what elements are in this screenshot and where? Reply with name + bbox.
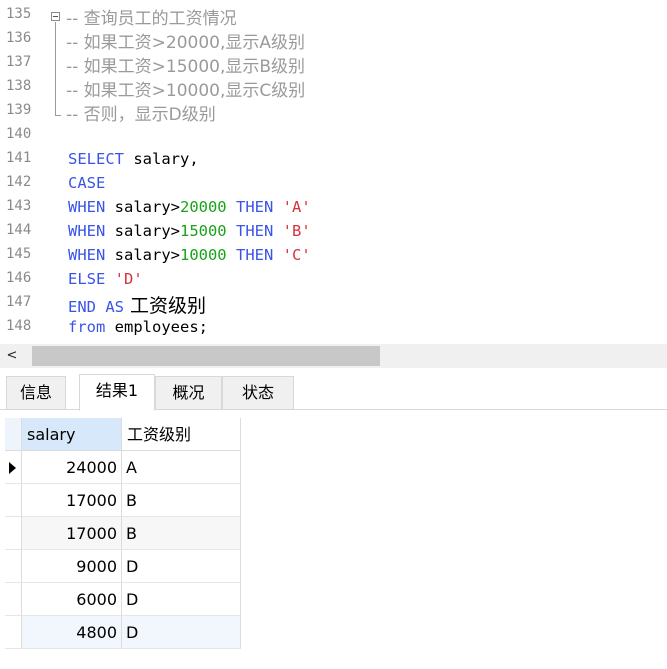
sql-editor[interactable]: 135 -- 查询员工的工资情况 136 -- 如果工资>20000,显示A级别… bbox=[0, 0, 667, 344]
sql-keyword: ELSE bbox=[68, 270, 106, 288]
sql-number: 10000 bbox=[179, 246, 227, 264]
code-line[interactable]: 146 ELSE 'D' bbox=[0, 266, 667, 290]
code-line[interactable]: 136 -- 如果工资>20000,显示A级别 bbox=[0, 26, 667, 53]
scroll-left-icon[interactable]: < bbox=[0, 344, 24, 368]
sql-identifier: salary> bbox=[105, 222, 180, 240]
row-indicator[interactable] bbox=[5, 517, 22, 550]
sql-string: 'B' bbox=[282, 222, 311, 240]
line-number: 146 bbox=[6, 270, 32, 286]
code-line[interactable]: 142 CASE bbox=[0, 170, 667, 194]
line-number: 138 bbox=[6, 78, 32, 94]
tab-result1[interactable]: 结果1 bbox=[79, 374, 155, 411]
row-indicator[interactable] bbox=[5, 484, 22, 517]
cell-salary[interactable]: 17000 bbox=[22, 484, 122, 517]
code-line[interactable]: 141 SELECT salary, bbox=[0, 146, 667, 170]
code-line[interactable]: 138 -- 如果工资>10000,显示C级别 bbox=[0, 74, 667, 101]
table-row[interactable]: 17000 B bbox=[5, 484, 241, 517]
result-tabs: 信息 结果1 概况 状态 bbox=[0, 374, 667, 411]
column-header-salary[interactable]: salary bbox=[22, 418, 122, 451]
cell-level[interactable]: B bbox=[122, 517, 241, 550]
line-number: 137 bbox=[6, 54, 32, 70]
row-indicator[interactable] bbox=[5, 451, 22, 484]
sql-string: 'C' bbox=[282, 246, 311, 264]
cell-salary[interactable]: 9000 bbox=[22, 550, 122, 583]
sql-keyword: CASE bbox=[68, 174, 106, 192]
sql-keyword: THEN bbox=[226, 222, 283, 240]
column-header-level[interactable]: 工资级别 bbox=[122, 418, 241, 451]
cell-salary[interactable]: 24000 bbox=[22, 451, 122, 484]
table-row[interactable]: 24000 A bbox=[5, 451, 241, 484]
sql-keyword: WHEN bbox=[68, 198, 106, 216]
table-row[interactable]: 17000 B bbox=[5, 517, 241, 550]
cell-level[interactable]: D bbox=[122, 583, 241, 616]
line-number: 140 bbox=[6, 126, 32, 142]
scrollbar-thumb[interactable] bbox=[32, 346, 380, 366]
line-number: 141 bbox=[6, 150, 32, 166]
sql-string: 'D' bbox=[105, 270, 143, 288]
cell-level[interactable]: B bbox=[122, 484, 241, 517]
line-number: 139 bbox=[6, 102, 32, 118]
code-line[interactable]: 148 from employees; bbox=[0, 314, 667, 338]
cell-salary[interactable]: 6000 bbox=[22, 583, 122, 616]
row-indicator-header bbox=[5, 418, 22, 451]
row-indicator[interactable] bbox=[5, 616, 22, 649]
sql-number: 15000 bbox=[179, 222, 227, 240]
line-number: 145 bbox=[6, 246, 32, 262]
horizontal-scrollbar[interactable]: < bbox=[0, 344, 667, 368]
cell-level[interactable]: A bbox=[122, 451, 241, 484]
code-line[interactable]: 137 -- 如果工资>15000,显示B级别 bbox=[0, 50, 667, 77]
triangle-right-icon bbox=[9, 462, 16, 474]
code-line[interactable]: 139 -- 否则，显示D级别 bbox=[0, 98, 667, 125]
cell-level[interactable]: D bbox=[122, 616, 241, 649]
row-indicator[interactable] bbox=[5, 583, 22, 616]
line-number: 142 bbox=[6, 174, 32, 190]
code-line[interactable]: 135 -- 查询员工的工资情况 bbox=[0, 2, 667, 29]
line-number: 147 bbox=[6, 294, 32, 310]
line-number: 148 bbox=[6, 318, 32, 334]
sql-identifier: salary> bbox=[105, 246, 180, 264]
code-line[interactable]: 145 WHEN salary>10000 THEN 'C' bbox=[0, 242, 667, 266]
table-row[interactable]: 6000 D bbox=[5, 583, 241, 616]
cell-salary[interactable]: 4800 bbox=[22, 616, 122, 649]
sql-keyword: WHEN bbox=[68, 246, 106, 264]
sql-identifier: employees; bbox=[105, 318, 208, 336]
sql-string: 'A' bbox=[282, 198, 311, 216]
sql-identifier: salary, bbox=[124, 150, 199, 168]
code-line[interactable]: 144 WHEN salary>15000 THEN 'B' bbox=[0, 218, 667, 242]
table-header-row: salary 工资级别 bbox=[5, 418, 241, 451]
code-line[interactable]: 147 END AS 工资级别 bbox=[0, 290, 667, 317]
code-line[interactable]: 140 bbox=[0, 122, 667, 146]
line-number: 136 bbox=[6, 30, 32, 46]
tab-overview[interactable]: 概况 bbox=[155, 376, 222, 410]
sql-keyword: THEN bbox=[226, 198, 283, 216]
cell-level[interactable]: D bbox=[122, 550, 241, 583]
code-line[interactable]: 143 WHEN salary>20000 THEN 'A' bbox=[0, 194, 667, 218]
tab-status[interactable]: 状态 bbox=[222, 376, 294, 410]
sql-keyword: from bbox=[68, 318, 106, 336]
cell-salary[interactable]: 17000 bbox=[22, 517, 122, 550]
row-indicator[interactable] bbox=[5, 550, 22, 583]
sql-identifier: salary> bbox=[105, 198, 180, 216]
line-number: 144 bbox=[6, 222, 32, 238]
sql-keyword: THEN bbox=[226, 246, 283, 264]
table-row[interactable]: 9000 D bbox=[5, 550, 241, 583]
tab-info[interactable]: 信息 bbox=[6, 376, 66, 410]
sql-number: 20000 bbox=[179, 198, 227, 216]
line-number: 135 bbox=[6, 6, 32, 22]
table-row[interactable]: 4800 D bbox=[5, 616, 241, 649]
line-number: 143 bbox=[6, 198, 32, 214]
sql-keyword: SELECT bbox=[68, 150, 124, 168]
sql-keyword: WHEN bbox=[68, 222, 106, 240]
